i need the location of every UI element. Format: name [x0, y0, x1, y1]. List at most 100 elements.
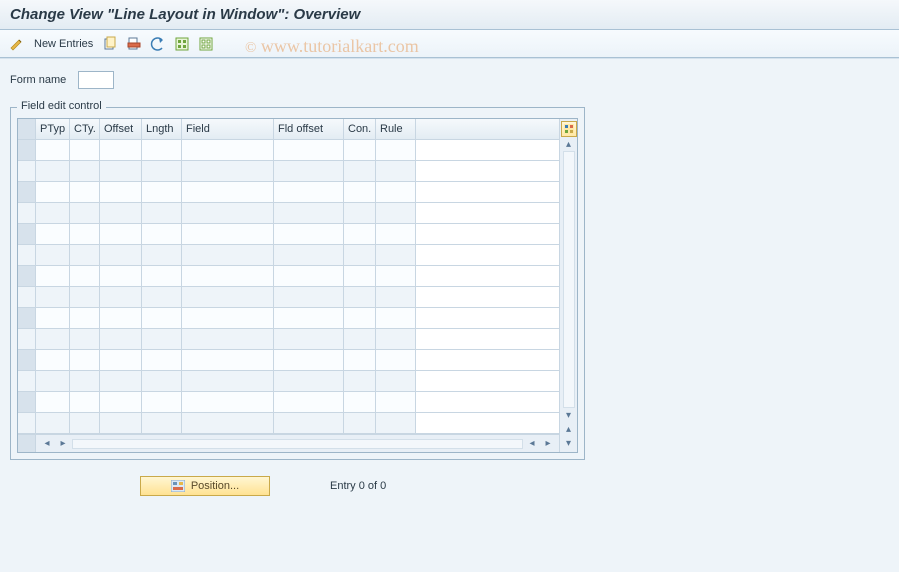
- col-fld-offset[interactable]: Fld offset: [274, 119, 344, 139]
- table-row[interactable]: [18, 182, 559, 203]
- cell[interactable]: [274, 350, 344, 370]
- table-row[interactable]: [18, 161, 559, 182]
- cell[interactable]: [100, 161, 142, 181]
- position-button[interactable]: Position...: [140, 476, 270, 496]
- col-rule[interactable]: Rule: [376, 119, 416, 139]
- vscroll-down2-icon[interactable]: ▴: [562, 422, 576, 436]
- cell[interactable]: [376, 287, 416, 307]
- cell[interactable]: [18, 413, 36, 433]
- cell[interactable]: [100, 329, 142, 349]
- cell[interactable]: [18, 371, 36, 391]
- cell[interactable]: [100, 140, 142, 160]
- cell[interactable]: [36, 392, 70, 412]
- cell[interactable]: [376, 245, 416, 265]
- cell[interactable]: [344, 203, 376, 223]
- delete-icon[interactable]: [125, 35, 143, 53]
- cell[interactable]: [142, 350, 182, 370]
- cell[interactable]: [344, 287, 376, 307]
- cell[interactable]: [70, 161, 100, 181]
- cell[interactable]: [18, 182, 36, 202]
- cell[interactable]: [100, 245, 142, 265]
- cell[interactable]: [36, 140, 70, 160]
- cell[interactable]: [70, 413, 100, 433]
- vscroll-down3-icon[interactable]: ▾: [562, 436, 576, 450]
- cell[interactable]: [376, 329, 416, 349]
- cell[interactable]: [36, 161, 70, 181]
- cell[interactable]: [70, 245, 100, 265]
- cell[interactable]: [70, 392, 100, 412]
- cell[interactable]: [182, 308, 274, 328]
- col-offset[interactable]: Offset: [100, 119, 142, 139]
- cell[interactable]: [182, 203, 274, 223]
- cell[interactable]: [376, 203, 416, 223]
- hscroll-track[interactable]: [72, 439, 523, 449]
- col-field[interactable]: Field: [182, 119, 274, 139]
- cell[interactable]: [344, 224, 376, 244]
- select-all-icon[interactable]: [173, 35, 191, 53]
- cell[interactable]: [18, 203, 36, 223]
- cell[interactable]: [376, 224, 416, 244]
- cell[interactable]: [36, 329, 70, 349]
- cell[interactable]: [18, 224, 36, 244]
- table-row[interactable]: [18, 413, 559, 434]
- cell[interactable]: [142, 287, 182, 307]
- cell[interactable]: [344, 329, 376, 349]
- table-row[interactable]: [18, 266, 559, 287]
- cell[interactable]: [142, 329, 182, 349]
- cell[interactable]: [36, 182, 70, 202]
- configure-columns-icon[interactable]: [561, 121, 577, 137]
- cell[interactable]: [182, 287, 274, 307]
- cell[interactable]: [274, 224, 344, 244]
- cell[interactable]: [274, 140, 344, 160]
- cell[interactable]: [274, 392, 344, 412]
- table-row[interactable]: [18, 224, 559, 245]
- cell[interactable]: [36, 413, 70, 433]
- cell[interactable]: [182, 182, 274, 202]
- cell[interactable]: [100, 203, 142, 223]
- cell[interactable]: [100, 413, 142, 433]
- cell[interactable]: [36, 203, 70, 223]
- cell[interactable]: [344, 266, 376, 286]
- vscroll-down-icon[interactable]: ▾: [562, 408, 576, 422]
- cell[interactable]: [18, 287, 36, 307]
- cell[interactable]: [376, 182, 416, 202]
- cell[interactable]: [142, 140, 182, 160]
- toggle-edit-icon[interactable]: [8, 35, 26, 53]
- cell[interactable]: [142, 371, 182, 391]
- cell[interactable]: [36, 350, 70, 370]
- cell[interactable]: [344, 245, 376, 265]
- cell[interactable]: [344, 308, 376, 328]
- deselect-all-icon[interactable]: [197, 35, 215, 53]
- col-cty[interactable]: CTy.: [70, 119, 100, 139]
- cell[interactable]: [36, 245, 70, 265]
- cell[interactable]: [182, 245, 274, 265]
- table-row[interactable]: [18, 329, 559, 350]
- cell[interactable]: [18, 245, 36, 265]
- cell[interactable]: [274, 329, 344, 349]
- cell[interactable]: [100, 224, 142, 244]
- table-row[interactable]: [18, 350, 559, 371]
- cell[interactable]: [376, 308, 416, 328]
- cell[interactable]: [36, 287, 70, 307]
- cell[interactable]: [100, 308, 142, 328]
- cell[interactable]: [18, 308, 36, 328]
- cell[interactable]: [182, 140, 274, 160]
- cell[interactable]: [376, 413, 416, 433]
- hscroll-left-icon[interactable]: ▸: [56, 437, 70, 451]
- cell[interactable]: [70, 287, 100, 307]
- cell[interactable]: [376, 371, 416, 391]
- table-row[interactable]: [18, 308, 559, 329]
- cell[interactable]: [100, 182, 142, 202]
- table-row[interactable]: [18, 245, 559, 266]
- col-con[interactable]: Con.: [344, 119, 376, 139]
- row-selector-header[interactable]: [18, 119, 36, 139]
- cell[interactable]: [344, 182, 376, 202]
- cell[interactable]: [100, 392, 142, 412]
- cell[interactable]: [344, 392, 376, 412]
- cell[interactable]: [274, 413, 344, 433]
- cell[interactable]: [36, 266, 70, 286]
- new-entries-button[interactable]: New Entries: [32, 38, 95, 50]
- cell[interactable]: [70, 266, 100, 286]
- cell[interactable]: [182, 161, 274, 181]
- cell[interactable]: [70, 350, 100, 370]
